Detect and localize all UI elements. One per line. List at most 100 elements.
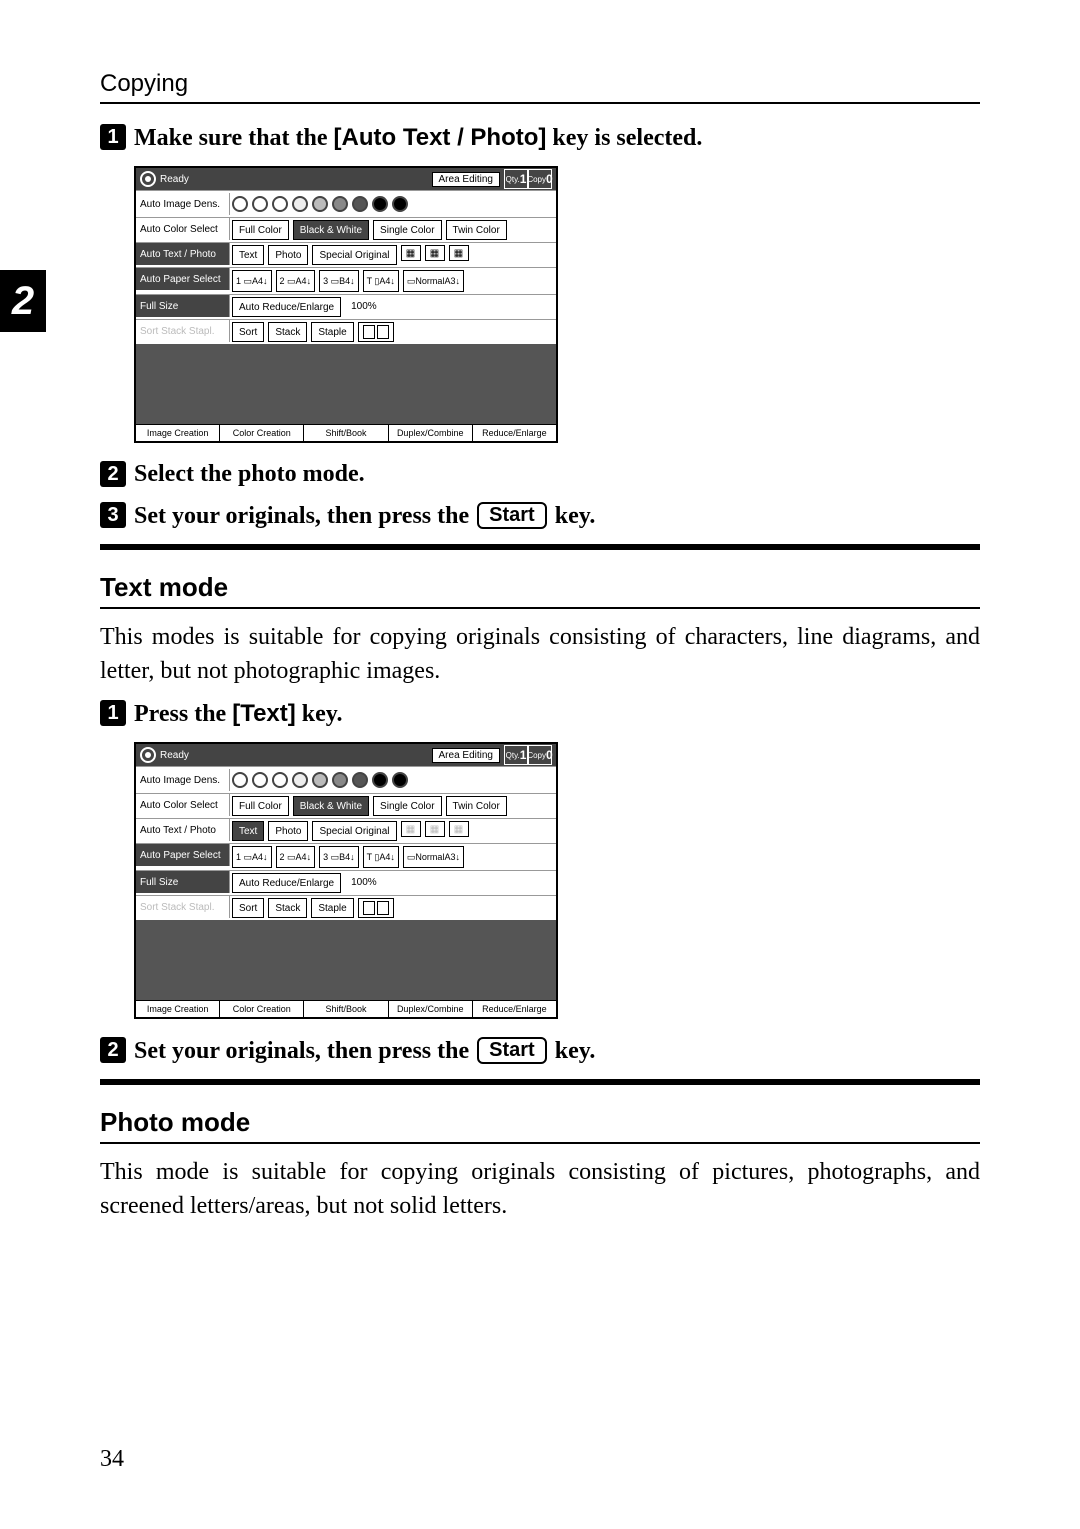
single-color-button[interactable]: Single Color [373, 220, 441, 240]
tray-2b[interactable]: 2 ▭ A4 ↓ [276, 846, 316, 868]
d2-9[interactable] [392, 772, 408, 788]
start-key-chip: Start [477, 502, 547, 529]
step-badge-3: 3 [100, 502, 126, 528]
tab-duplex-combine[interactable]: Duplex/Combine [389, 425, 473, 441]
density-3[interactable] [272, 196, 288, 212]
tray-1b[interactable]: 1 ▭ A4 ↓ [232, 846, 272, 868]
step-2-text: Select the photo mode. [134, 461, 365, 487]
color-select-label-2[interactable]: Auto Color Select [136, 794, 230, 816]
tray-5[interactable]: ▭ Normal A3 ↓ [403, 270, 464, 292]
full-size-label-2[interactable]: Full Size [136, 871, 230, 893]
photo-button[interactable]: Photo [268, 245, 308, 265]
special-original-button[interactable]: Special Original [312, 245, 396, 265]
orig-icon-1[interactable]: ▦ [401, 245, 421, 261]
running-header: Copying [100, 70, 980, 98]
tab2-color-creation[interactable]: Color Creation [220, 1001, 304, 1017]
tab2-reduce-enlarge[interactable]: Reduce/Enlarge [473, 1001, 556, 1017]
staple-pattern-2[interactable] [358, 898, 394, 918]
area-editing-button-2[interactable]: Area Editing [432, 748, 500, 763]
orig-icon-2b[interactable]: ▦ [425, 821, 445, 837]
density-9[interactable] [392, 196, 408, 212]
d2-6[interactable] [332, 772, 348, 788]
tab2-shift-book[interactable]: Shift/Book [304, 1001, 388, 1017]
textmode-step-badge-1: 1 [100, 700, 126, 726]
tray-3b[interactable]: 3 ▭ B4 ↓ [319, 846, 359, 868]
density-label[interactable]: Auto Image Dens. [136, 193, 230, 215]
tray-4b[interactable]: T ▯ A4 ↓ [363, 846, 399, 868]
paper-select-label-2[interactable]: Auto Paper Select [136, 844, 230, 866]
step-2: 2 Select the photo mode. [134, 461, 980, 488]
density-label-2[interactable]: Auto Image Dens. [136, 769, 230, 791]
text-button-2[interactable]: Text [232, 821, 264, 841]
sort-button-2[interactable]: Sort [232, 898, 264, 918]
copy-label-2: Copy0 [528, 745, 552, 765]
tab2-duplex-combine[interactable]: Duplex/Combine [389, 1001, 473, 1017]
density-8[interactable] [372, 196, 388, 212]
row-density-2: Auto Image Dens. [136, 766, 556, 793]
special-original-button-2[interactable]: Special Original [312, 821, 396, 841]
tab2-image-creation[interactable]: Image Creation [136, 1001, 220, 1017]
density-2[interactable] [252, 196, 268, 212]
tray-4[interactable]: T ▯ A4 ↓ [363, 270, 399, 292]
area-editing-button[interactable]: Area Editing [432, 172, 500, 187]
d2-3[interactable] [272, 772, 288, 788]
full-color-button-2[interactable]: Full Color [232, 796, 289, 816]
staple-button[interactable]: Staple [311, 322, 353, 342]
stack-button-2[interactable]: Stack [268, 898, 307, 918]
panel2-bottom-tabs: Image Creation Color Creation Shift/Book… [136, 1000, 556, 1017]
d2-4[interactable] [292, 772, 308, 788]
auto-reduce-button-2[interactable]: Auto Reduce/Enlarge [232, 873, 341, 893]
orig-icon-3b[interactable]: ▦ [449, 821, 469, 837]
sort-button[interactable]: Sort [232, 322, 264, 342]
paper-select-label[interactable]: Auto Paper Select [136, 268, 230, 290]
d2-1[interactable] [232, 772, 248, 788]
full-size-label[interactable]: Full Size [136, 295, 230, 317]
density-6[interactable] [332, 196, 348, 212]
section-rule-thin-2 [100, 1142, 980, 1144]
d2-8[interactable] [372, 772, 388, 788]
ready-icon-2 [140, 747, 156, 763]
textmode-step2-pre: Set your originals, then press the [134, 1038, 475, 1064]
tab-image-creation[interactable]: Image Creation [136, 425, 220, 441]
copier-panel-2: Ready Area Editing Qty.1 Copy0 Auto Imag… [134, 742, 558, 1019]
tray-3[interactable]: 3 ▭ B4 ↓ [319, 270, 359, 292]
d2-5[interactable] [312, 772, 328, 788]
photo-button-2[interactable]: Photo [268, 821, 308, 841]
tab-shift-book[interactable]: Shift/Book [304, 425, 388, 441]
staple-button-2[interactable]: Staple [311, 898, 353, 918]
tray-2[interactable]: 2 ▭ A4 ↓ [276, 270, 316, 292]
staple-pattern[interactable] [358, 322, 394, 342]
density-5[interactable] [312, 196, 328, 212]
density-4[interactable] [292, 196, 308, 212]
text-button[interactable]: Text [232, 245, 264, 265]
orig-icon-3[interactable]: ▦ [449, 245, 469, 261]
orig-icon-1b[interactable]: ▦ [401, 821, 421, 837]
text-photo-label[interactable]: Auto Text / Photo [136, 243, 230, 265]
d2-7[interactable] [352, 772, 368, 788]
row-color-select-2: Auto Color Select Full Color Black & Whi… [136, 793, 556, 818]
twin-color-button[interactable]: Twin Color [446, 220, 507, 240]
twin-color-button-2[interactable]: Twin Color [446, 796, 507, 816]
step-badge-2: 2 [100, 461, 126, 487]
ready-icon [140, 171, 156, 187]
step-3-text-pre: Set your originals, then press the [134, 503, 475, 529]
auto-reduce-button[interactable]: Auto Reduce/Enlarge [232, 297, 341, 317]
tab-color-creation[interactable]: Color Creation [220, 425, 304, 441]
density-7[interactable] [352, 196, 368, 212]
single-color-button-2[interactable]: Single Color [373, 796, 441, 816]
density-1[interactable] [232, 196, 248, 212]
panel-bottom-tabs: Image Creation Color Creation Shift/Book… [136, 424, 556, 441]
orig-icon-2[interactable]: ▦ [425, 245, 445, 261]
tab-reduce-enlarge[interactable]: Reduce/Enlarge [473, 425, 556, 441]
tray-5b[interactable]: ▭ Normal A3 ↓ [403, 846, 464, 868]
bw-button-2[interactable]: Black & White [293, 796, 369, 816]
stack-button[interactable]: Stack [268, 322, 307, 342]
d2-2[interactable] [252, 772, 268, 788]
full-color-button[interactable]: Full Color [232, 220, 289, 240]
color-select-label[interactable]: Auto Color Select [136, 218, 230, 240]
text-photo-label-2[interactable]: Auto Text / Photo [136, 819, 230, 841]
tray-1[interactable]: 1 ▭ A4 ↓ [232, 270, 272, 292]
bw-button[interactable]: Black & White [293, 220, 369, 240]
textmode-step1-pre: Press the [134, 701, 232, 727]
textmode-step-2: 2 Set your originals, then press the Sta… [134, 1037, 980, 1065]
